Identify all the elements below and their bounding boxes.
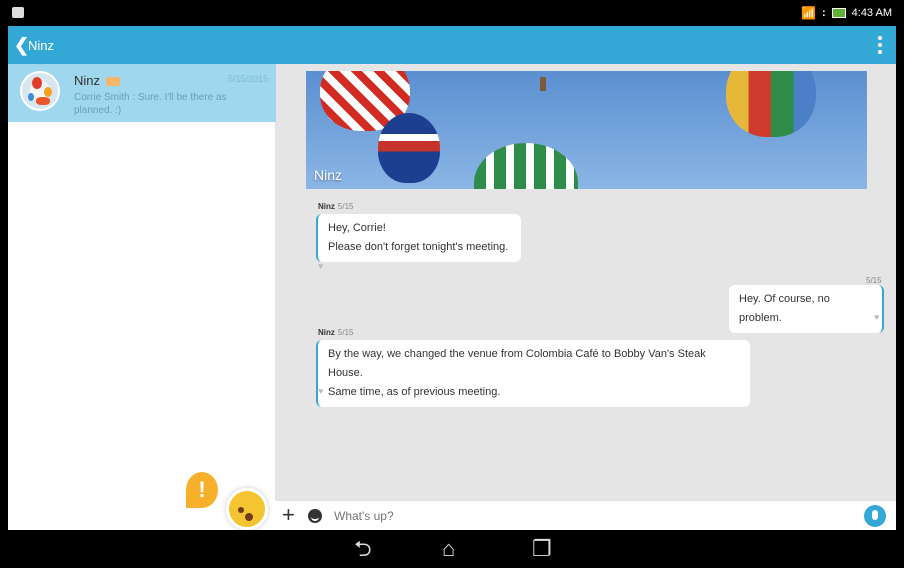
action-bar: ❮ Ninz <box>8 26 896 64</box>
heart-icon[interactable]: ♥ <box>874 312 879 322</box>
message-text: Please don't forget tonight's meeting. <box>328 241 509 253</box>
signal-icon: : <box>821 7 826 19</box>
conversation-list: Ninz 5/15/2015 Corrie Smith : Sure. I'll… <box>8 64 276 500</box>
status-bar: 📶 : 4:43 AM <box>0 0 904 26</box>
home-nav-icon[interactable]: ⌂ <box>442 536 455 562</box>
add-attachment-icon[interactable]: + <box>282 503 295 527</box>
conversation-preview: Corrie Smith : Sure. I'll be there as pl… <box>74 92 227 116</box>
recents-nav-icon[interactable]: ❐ <box>532 536 552 562</box>
banner-name: Ninz <box>314 167 343 183</box>
message-text: By the way, we changed the venue from Co… <box>328 348 706 379</box>
balloon-image <box>726 71 816 137</box>
back-nav-icon[interactable]: ⮌ <box>354 536 372 562</box>
message-text: Hey, Corrie! <box>328 222 386 234</box>
action-bar-title[interactable]: Ninz <box>28 38 54 53</box>
balloon-image <box>474 143 578 189</box>
back-arrow-icon[interactable]: ❮ <box>14 35 29 55</box>
conversation-name: Ninz <box>74 73 121 88</box>
status-icons: 📶 : 4:43 AM <box>801 6 892 20</box>
group-badge-icon <box>106 77 121 87</box>
emoji-icon[interactable] <box>308 509 322 523</box>
message-text: Hey. Of course, no problem. <box>739 293 830 324</box>
message-bubble[interactable]: Hey, Corrie! Please don't forget tonight… <box>316 214 521 262</box>
wifi-icon: 📶 <box>801 6 816 20</box>
status-time: 4:43 AM <box>851 7 892 19</box>
balloon-image <box>378 113 440 183</box>
message-sender: Ninz 5/15 <box>318 328 354 337</box>
overflow-menu-icon[interactable] <box>878 36 882 54</box>
conversation-date: 5/15/2015 <box>227 74 268 84</box>
battery-icon <box>831 8 846 18</box>
message-date: 5/15 <box>866 276 882 285</box>
message-text: Same time, as of previous meeting. <box>328 386 501 398</box>
message-bubble-outgoing[interactable]: Hey. Of course, no problem. <box>729 285 884 333</box>
microphone-icon[interactable] <box>864 505 886 527</box>
mascot-icon[interactable] <box>226 488 268 530</box>
navigation-bar: ⮌ ⌂ ❐ <box>0 530 904 568</box>
alert-icon[interactable]: ! <box>186 472 218 508</box>
screenshot-notification-icon <box>12 7 24 18</box>
message-input[interactable] <box>334 508 834 524</box>
message-input-bar: + <box>276 500 896 530</box>
chat-panel: Ninz Ninz 5/15 Hey, Corrie! Please don't … <box>276 64 896 500</box>
balloon-basket <box>540 77 546 91</box>
avatar <box>20 71 60 111</box>
heart-icon[interactable]: ♥ <box>318 261 323 271</box>
message-bubble[interactable]: By the way, we changed the venue from Co… <box>316 340 750 407</box>
chat-banner-image: Ninz <box>306 71 867 189</box>
conversation-item-ninz[interactable]: Ninz 5/15/2015 Corrie Smith : Sure. I'll… <box>8 64 276 122</box>
message-sender: Ninz 5/15 <box>318 202 354 211</box>
heart-icon[interactable]: ♥ <box>318 386 323 396</box>
